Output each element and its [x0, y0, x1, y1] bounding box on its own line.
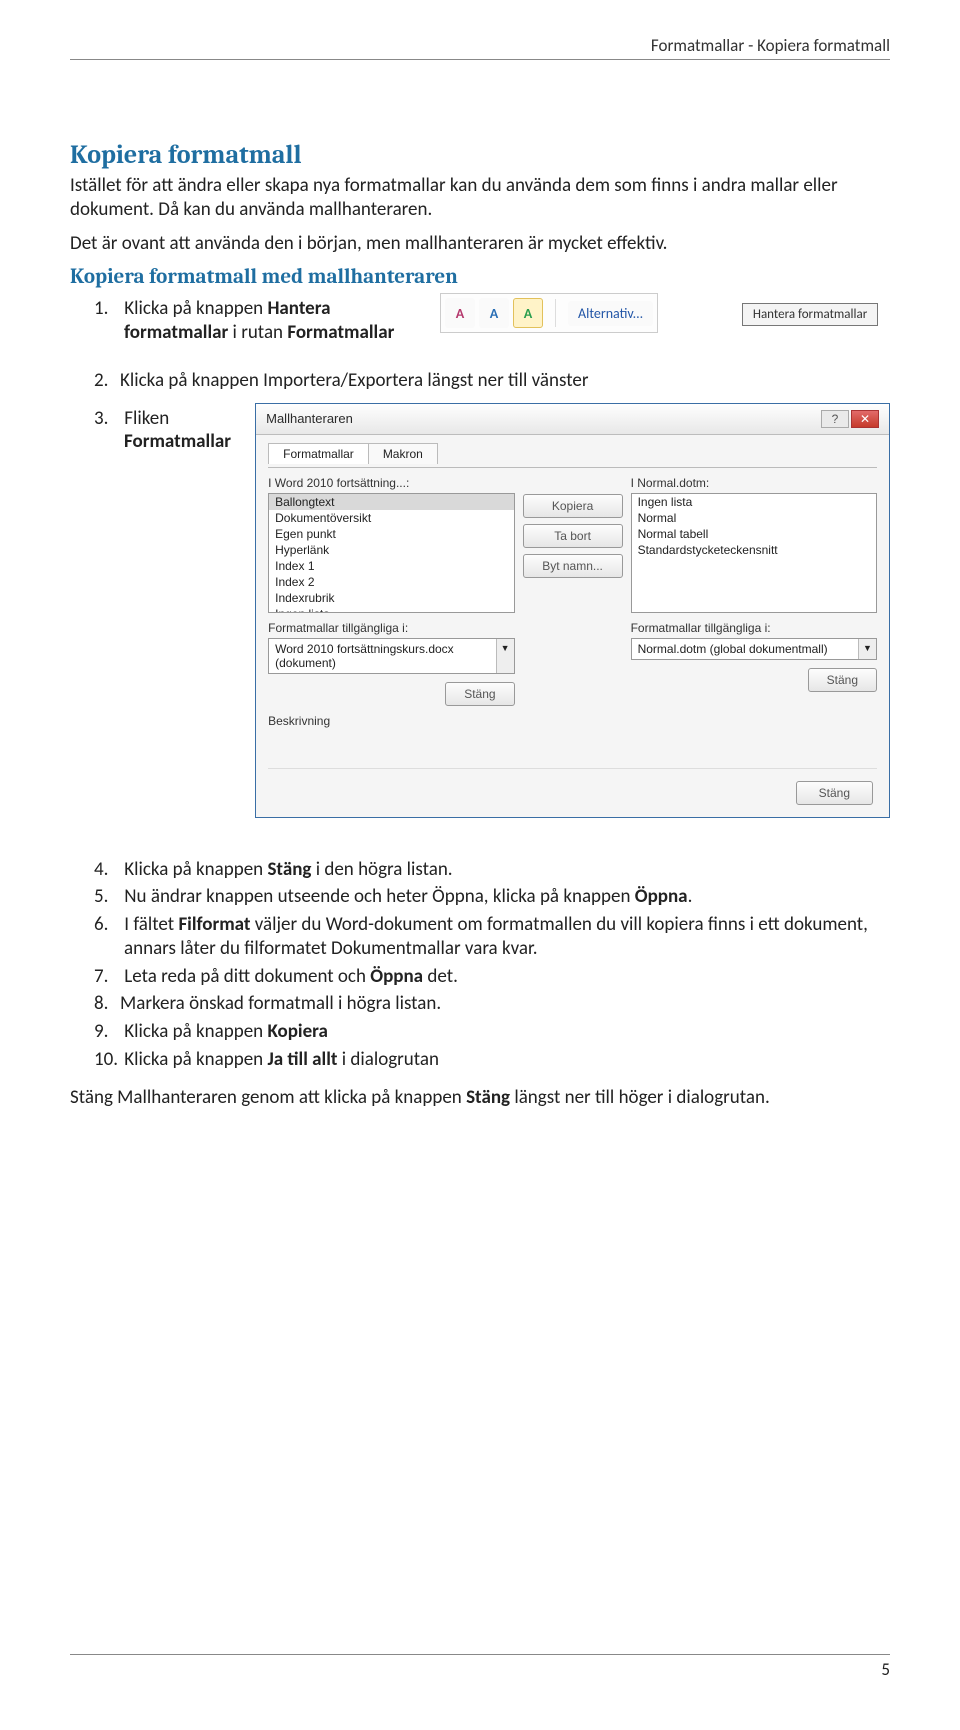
- alternativ-link[interactable]: Alternativ...: [568, 301, 653, 326]
- s7-a: Leta reda på ditt dokument och: [124, 965, 370, 988]
- step-9: Klicka på knappen Kopiera: [124, 1020, 890, 1044]
- list-item[interactable]: Indexrubrik: [269, 590, 513, 606]
- s5-b: Öppna: [635, 885, 688, 908]
- step1-text-b: i rutan: [228, 321, 287, 344]
- s5-a: Nu ändrar knappen utseende och heter Öpp…: [124, 885, 634, 908]
- list-item[interactable]: Normal: [632, 510, 876, 526]
- s10-a: Klicka på knappen: [124, 1048, 267, 1071]
- bytnamn-button[interactable]: Byt namn...: [523, 554, 623, 578]
- step3-text: Fliken: [124, 407, 169, 430]
- s7-c: det.: [423, 965, 458, 988]
- s10-c: i dialogrutan: [337, 1048, 439, 1071]
- step3-bold: Formatmallar: [124, 430, 231, 453]
- list-item[interactable]: Egen punkt: [269, 526, 513, 542]
- closing-b: Stäng: [466, 1086, 510, 1109]
- closing-c: längst ner till höger i dialogrutan.: [510, 1086, 770, 1109]
- heading-kopiera-formatmall: Kopiera formatmall: [70, 140, 890, 170]
- intro-paragraph-1: Istället för att ändra eller skapa nya f…: [70, 174, 890, 222]
- left-listbox[interactable]: Ballongtext Dokumentöversikt Egen punkt …: [268, 493, 514, 613]
- chevron-down-icon[interactable]: ▼: [496, 639, 514, 673]
- step1-text-a: Klicka på knappen: [124, 297, 267, 320]
- page-footer: 5: [70, 1654, 890, 1680]
- step-5: Nu ändrar knappen utseende och heter Öpp…: [124, 885, 890, 909]
- s4-a: Klicka på knappen: [124, 858, 267, 881]
- step-10: Klicka på knappen Ja till allt i dialogr…: [124, 1048, 890, 1072]
- step-7: Leta reda på ditt dokument och Öppna det…: [124, 965, 890, 989]
- s5-c: .: [688, 885, 693, 908]
- step-2: Klicka på knappen Importera/Exportera lä…: [124, 369, 890, 393]
- list-item[interactable]: Dokumentöversikt: [269, 510, 513, 526]
- right-listbox[interactable]: Ingen lista Normal Normal tabell Standar…: [631, 493, 877, 613]
- list-item[interactable]: Index 2: [269, 574, 513, 590]
- left-avail-label: Formatmallar tillgängliga i:: [268, 621, 514, 635]
- dialog-title-text: Mallhanteraren: [266, 411, 353, 426]
- left-stang-button[interactable]: Stäng: [445, 682, 514, 706]
- list-item[interactable]: Normal tabell: [632, 526, 876, 542]
- style-icon-1[interactable]: A: [445, 298, 475, 328]
- right-list-label: I Normal.dotm:: [631, 476, 877, 490]
- s4-c: i den högra listan.: [311, 858, 452, 881]
- style-icon-2[interactable]: A: [479, 298, 509, 328]
- manage-styles-icon[interactable]: A: [513, 298, 543, 328]
- step-1: Klicka på knappen Hantera formatmallar i…: [124, 297, 410, 345]
- list-item[interactable]: Standardstycketeckensnitt: [632, 542, 876, 558]
- left-combo-value: Word 2010 fortsättningskurs.docx (dokume…: [269, 639, 495, 673]
- list-item[interactable]: Ingen lista: [269, 606, 513, 613]
- styles-toolbar-snippet: A A A Alternativ...: [440, 293, 658, 333]
- toolbar-separator: [555, 299, 556, 327]
- tab-formatmallar[interactable]: Formatmallar: [268, 443, 369, 464]
- list-item[interactable]: Hyperlänk: [269, 542, 513, 558]
- right-combo[interactable]: Normal.dotm (global dokumentmall) ▼: [631, 638, 877, 660]
- s9-b: Kopiera: [267, 1020, 327, 1043]
- tab-makron[interactable]: Makron: [368, 443, 438, 464]
- s6-b: Filformat: [178, 913, 250, 936]
- help-icon[interactable]: ?: [821, 410, 849, 428]
- step-6: I fältet Filformat väljer du Word-dokume…: [124, 913, 890, 961]
- list-item[interactable]: Ballongtext: [269, 494, 513, 510]
- list-item[interactable]: Ingen lista: [632, 494, 876, 510]
- chevron-down-icon[interactable]: ▼: [858, 639, 876, 659]
- left-combo[interactable]: Word 2010 fortsättningskurs.docx (dokume…: [268, 638, 514, 674]
- close-icon[interactable]: ✕: [851, 410, 879, 428]
- right-stang-button[interactable]: Stäng: [808, 668, 877, 692]
- s4-b: Stäng: [267, 858, 311, 881]
- page-number: 5: [881, 1659, 890, 1680]
- closing-a: Stäng Mallhanteraren genom att klicka på…: [70, 1086, 466, 1109]
- step-3: Fliken Formatmallar: [124, 407, 243, 455]
- dialog-titlebar: Mallhanteraren ? ✕: [256, 404, 889, 435]
- list-item[interactable]: Index 1: [269, 558, 513, 574]
- s10-b: Ja till allt: [267, 1048, 337, 1071]
- intro-paragraph-2: Det är ovant att använda den i början, m…: [70, 232, 890, 256]
- dialog-stang-button[interactable]: Stäng: [796, 781, 873, 805]
- step-8: Markera önskad formatmall i högra listan…: [124, 992, 890, 1016]
- s9-a: Klicka på knappen: [124, 1020, 267, 1043]
- right-avail-label: Formatmallar tillgängliga i:: [631, 621, 877, 635]
- beskrivning-label: Beskrivning: [268, 714, 877, 728]
- right-combo-value: Normal.dotm (global dokumentmall): [632, 639, 858, 659]
- tabort-button[interactable]: Ta bort: [523, 524, 623, 548]
- tooltip-hantera-formatmallar: Hantera formatmallar: [742, 303, 878, 326]
- closing-paragraph: Stäng Mallhanteraren genom att klicka på…: [70, 1086, 890, 1109]
- s6-a: I fältet: [124, 913, 178, 936]
- page-header: Formatmallar - Kopiera formatmall: [70, 35, 890, 60]
- step1-bold-2: Formatmallar: [287, 321, 394, 344]
- mallhanteraren-dialog: Mallhanteraren ? ✕ Formatmallar Makron I…: [255, 403, 890, 818]
- step-4: Klicka på knappen Stäng i den högra list…: [124, 858, 890, 882]
- heading-med-mallhanteraren: Kopiera formatmall med mallhanteraren: [70, 265, 890, 289]
- s7-b: Öppna: [370, 965, 423, 988]
- left-list-label: I Word 2010 fortsättning...:: [268, 476, 514, 490]
- kopiera-button[interactable]: Kopiera: [523, 494, 623, 518]
